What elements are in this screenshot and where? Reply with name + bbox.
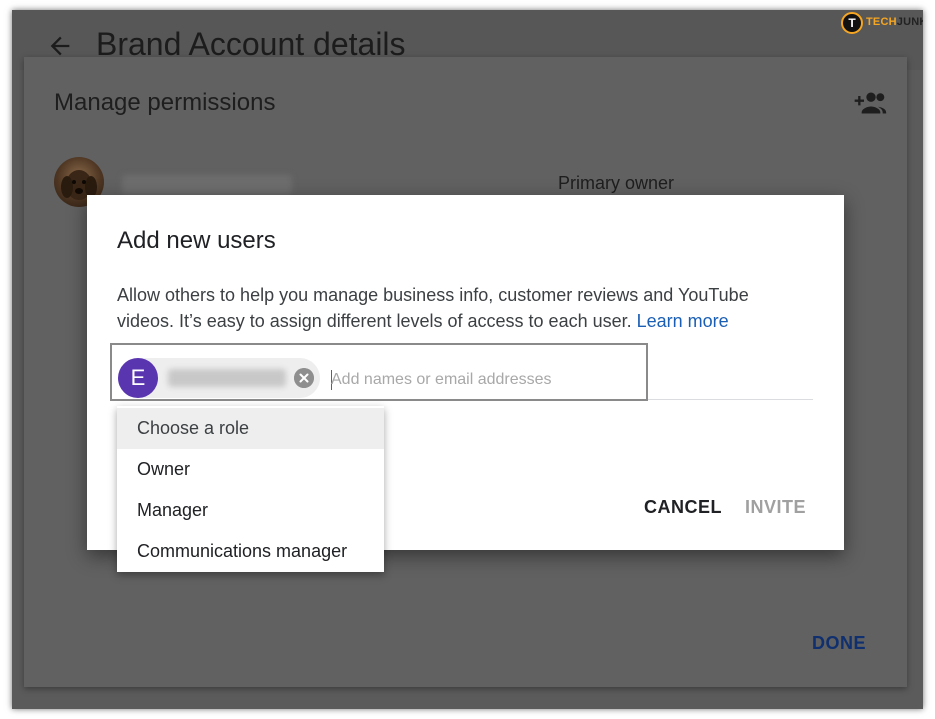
invite-button[interactable]: INVITE	[745, 497, 806, 518]
chip-avatar: E	[118, 358, 158, 398]
email-input[interactable]	[331, 363, 636, 397]
user-input-box[interactable]: E	[110, 343, 648, 401]
done-button[interactable]: DONE	[812, 633, 866, 654]
logo-mark: T	[841, 12, 863, 34]
user-input-row: E	[110, 343, 813, 401]
dialog-title: Add new users	[117, 227, 276, 254]
logo-text-accent: TECH	[866, 16, 897, 28]
user-chip[interactable]: E	[118, 358, 320, 398]
owner-role: Primary owner	[558, 173, 675, 193]
back-arrow-icon[interactable]	[46, 32, 74, 60]
cancel-button[interactable]: CANCEL	[644, 497, 722, 518]
learn-more-link[interactable]: Learn more	[637, 311, 729, 331]
menu-item-choose-role[interactable]: Choose a role	[117, 408, 384, 449]
menu-item-owner[interactable]: Owner	[117, 449, 384, 490]
chip-name-redacted	[168, 369, 286, 387]
close-circle-icon[interactable]	[294, 368, 314, 388]
techjunkie-logo: T TECHJUNKIE	[841, 12, 923, 34]
menu-item-communications-manager[interactable]: Communications manager	[117, 531, 384, 572]
input-underline	[648, 399, 813, 400]
owner-name-redacted	[122, 175, 292, 195]
logo-text: TECHJUNKIE	[866, 16, 923, 28]
menu-item-manager[interactable]: Manager	[117, 490, 384, 531]
role-dropdown-menu: Choose a role Owner Manager Communicatio…	[117, 406, 384, 572]
person-add-icon[interactable]	[853, 89, 889, 117]
dialog-description: Allow others to help you manage business…	[117, 282, 797, 334]
manage-permissions-title: Manage permissions	[54, 89, 276, 116]
logo-text-rest: JUNKIE	[896, 16, 923, 28]
